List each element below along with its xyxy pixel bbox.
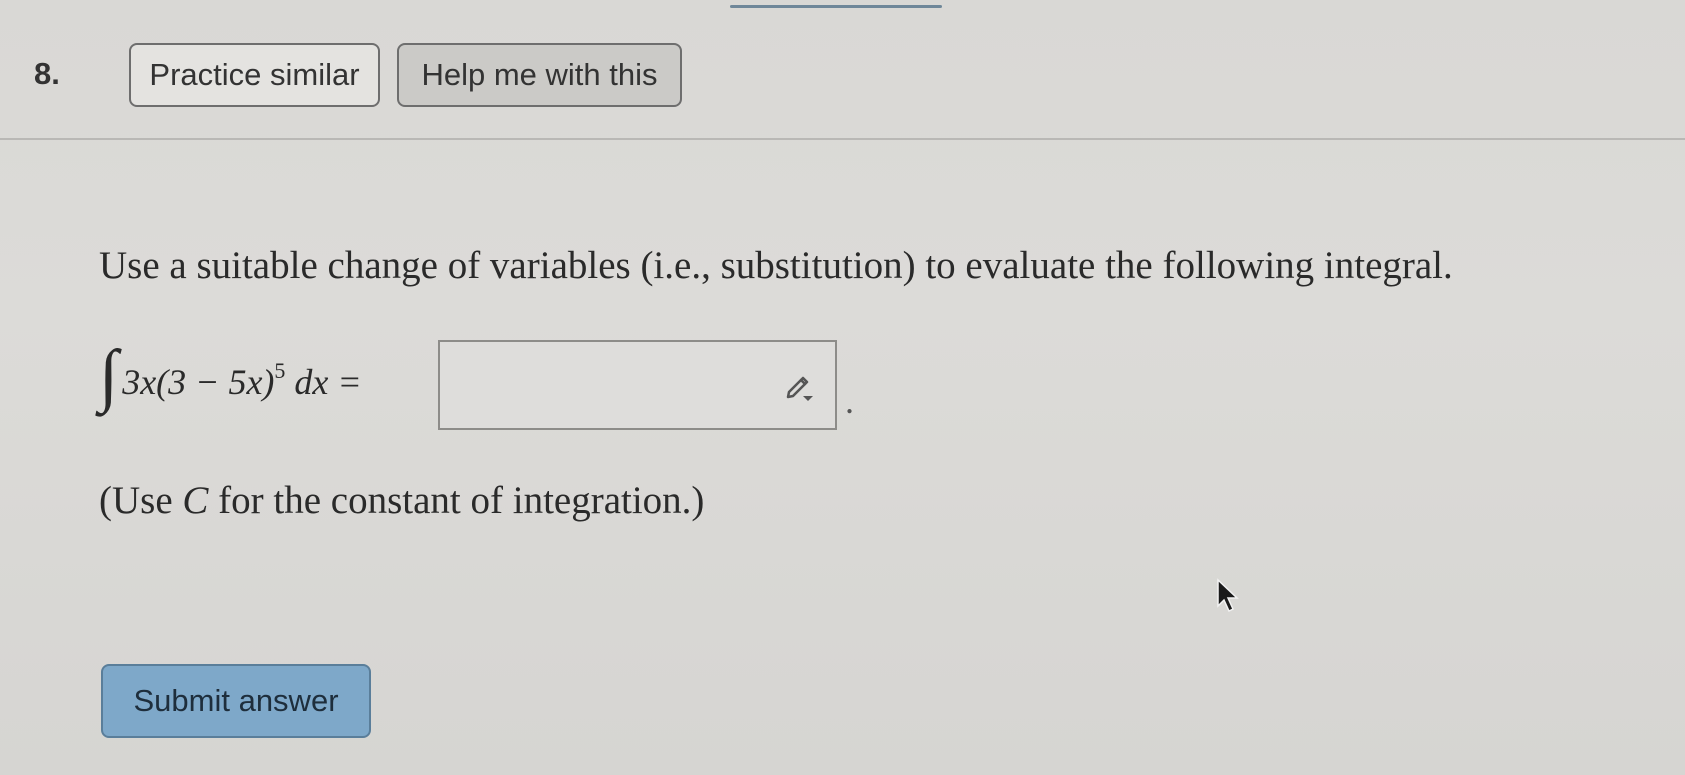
answer-input[interactable] — [438, 340, 837, 430]
trailing-period: . — [845, 381, 854, 421]
constant-note: (Use C for the constant of integration.) — [99, 478, 704, 523]
question-number: 8. — [34, 56, 60, 91]
submit-answer-button[interactable]: Submit answer — [101, 664, 371, 738]
question-prompt: Use a suitable change of variables (i.e.… — [99, 244, 1453, 287]
integrand-exponent: 5 — [274, 357, 286, 383]
help-me-button[interactable]: Help me with this — [397, 43, 682, 107]
note-variable: C — [182, 479, 209, 522]
integrand: 3x(3 − 5x)5 dx = — [122, 358, 362, 403]
integral-expression: ∫ 3x(3 − 5x)5 dx = — [99, 330, 362, 430]
header-divider — [0, 138, 1685, 140]
differential: dx = — [294, 361, 362, 402]
cursor-icon — [1217, 578, 1239, 613]
pencil-icon[interactable] — [781, 368, 817, 404]
note-prefix: (Use — [99, 479, 183, 522]
top-accent-line — [730, 5, 942, 8]
note-suffix: for the constant of integration.) — [208, 479, 705, 522]
practice-similar-button[interactable]: Practice similar — [129, 43, 380, 107]
integrand-base: 3x(3 − 5x) — [122, 361, 275, 402]
integral-sign: ∫ — [99, 337, 119, 414]
